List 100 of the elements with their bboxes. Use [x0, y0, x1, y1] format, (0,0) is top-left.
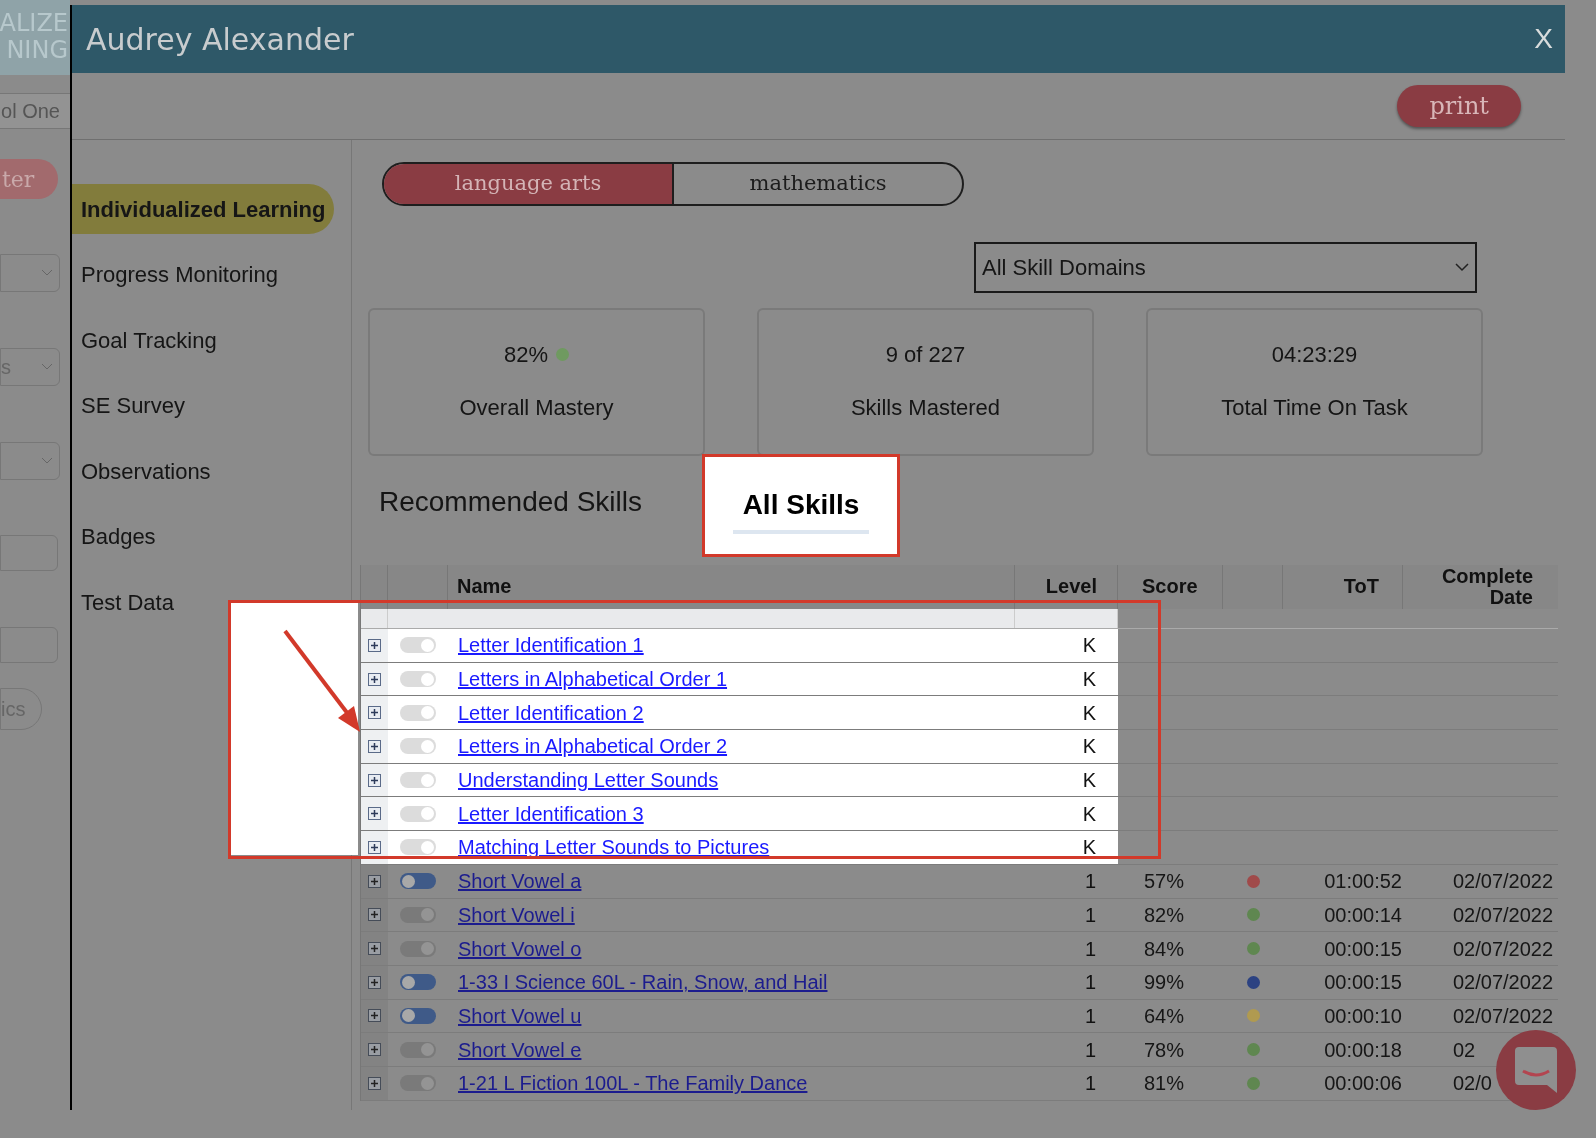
toggle-switch[interactable] — [400, 839, 436, 856]
date-cell-text: 02/07/2022 — [1453, 902, 1554, 928]
level-cell-text: 1 — [1084, 936, 1096, 962]
skill-tab[interactable]: All Skills — [732, 483, 870, 534]
time-cell-text: 00:00:15 — [1324, 936, 1402, 962]
score-cell-text: 81% — [1144, 1071, 1185, 1097]
column-header[interactable]: Complete Date — [1403, 565, 1558, 609]
sidebar-item[interactable]: Progress Monitoring — [72, 249, 282, 300]
level-cell-text: K — [1082, 768, 1096, 794]
column-header[interactable]: ToT — [1283, 565, 1403, 609]
sidebar-item[interactable]: Goal Tracking — [72, 315, 221, 365]
date-cell-text: 02/07/2022 — [1453, 936, 1554, 962]
expand-icon[interactable] — [368, 739, 381, 753]
skill-link[interactable]: Short Vowel e — [458, 1034, 582, 1065]
expand-icon[interactable] — [368, 638, 381, 652]
level-cell-text: K — [1082, 734, 1096, 760]
level-cell-text: K — [1082, 835, 1096, 861]
time-cell-text: 00:00:06 — [1324, 1071, 1402, 1097]
toggle-switch[interactable] — [400, 940, 436, 957]
window-title: Audrey Alexander — [86, 20, 354, 59]
date-cell-text: 02 — [1453, 1037, 1476, 1063]
sidebar-item[interactable]: Observations — [72, 446, 215, 496]
chevron-down-icon — [41, 363, 53, 371]
sidebar-item[interactable]: Test Data — [72, 577, 178, 627]
score-cell-text: 82% — [1144, 902, 1185, 928]
skill-link[interactable]: 1-21 L Fiction 100L - The Family Dance — [458, 1068, 808, 1099]
toggle-switch[interactable] — [400, 906, 436, 923]
domain-select[interactable]: All Skill Domains — [974, 242, 1477, 293]
score-cell-text: 84% — [1144, 936, 1185, 962]
expand-icon[interactable] — [368, 908, 381, 922]
score-cell-text: 64% — [1144, 1003, 1185, 1029]
expand-icon[interactable] — [368, 942, 381, 956]
toggle-switch[interactable] — [400, 974, 436, 991]
expand-icon[interactable] — [368, 706, 381, 720]
date-cell-text: 02/07/2022 — [1453, 869, 1554, 895]
close-button[interactable]: X — [1534, 18, 1553, 60]
expand-icon[interactable] — [368, 672, 381, 686]
sidebar-item[interactable]: SE Survey — [72, 380, 189, 431]
toggle-switch[interactable] — [400, 704, 436, 721]
level-cell-text: 1 — [1084, 970, 1096, 996]
level-cell-text: K — [1082, 633, 1096, 659]
date-cell-text: 02/07/2022 — [1453, 970, 1554, 996]
time-cell-text: 00:00:10 — [1324, 1003, 1402, 1029]
stat-value: 04:23:29 — [1271, 341, 1358, 369]
time-cell-text: 00:00:15 — [1324, 970, 1402, 996]
toggle-switch[interactable] — [400, 1075, 436, 1092]
toggle-switch[interactable] — [400, 637, 436, 654]
column-header[interactable]: Score — [1118, 565, 1223, 609]
select-field[interactable] — [0, 254, 60, 292]
level-cell-text: 1 — [1084, 902, 1096, 928]
sidebar-item[interactable]: Badges — [72, 511, 160, 562]
toggle-switch[interactable] — [400, 1007, 436, 1024]
level-cell-text: K — [1082, 801, 1096, 827]
expand-icon[interactable] — [368, 840, 381, 854]
expand-icon[interactable] — [368, 1076, 381, 1090]
skill-link[interactable]: Short Vowel o — [458, 933, 582, 964]
time-cell-text: 00:00:14 — [1324, 902, 1402, 928]
time-cell-text: 01:00:52 — [1324, 869, 1402, 895]
stat-value: 82% — [503, 341, 548, 369]
level-cell-text: 1 — [1084, 869, 1096, 895]
print-button[interactable]: print — [1397, 85, 1521, 127]
expand-icon[interactable] — [368, 1009, 381, 1023]
skill-tab[interactable]: Recommended Skills — [369, 480, 652, 531]
sidebar-item[interactable]: Individualized Learning — [72, 184, 334, 234]
date-cell-text: 02/07/2022 — [1453, 1003, 1554, 1029]
stat-label: Total Time On Task — [1221, 394, 1408, 422]
toggle-switch[interactable] — [400, 671, 436, 688]
subject-tab[interactable]: mathematics — [672, 164, 962, 204]
skill-link[interactable]: Short Vowel a — [458, 866, 582, 897]
expand-icon[interactable] — [368, 807, 381, 821]
expand-icon[interactable] — [368, 773, 381, 787]
skill-link[interactable]: 1-33 I Science 60L - Rain, Snow, and Hail — [458, 967, 828, 998]
level-cell-text: K — [1082, 700, 1096, 726]
chevron-down-icon — [1455, 263, 1469, 272]
toggle-switch[interactable] — [400, 1041, 436, 1058]
stat-label: Overall Mastery — [459, 394, 614, 422]
level-cell-text: 1 — [1084, 1003, 1096, 1029]
score-cell-text: 78% — [1144, 1037, 1185, 1063]
subject-tab[interactable]: language arts — [384, 164, 672, 204]
select-field[interactable] — [0, 442, 60, 480]
chevron-down-icon — [41, 457, 53, 465]
toggle-switch[interactable] — [400, 772, 436, 789]
date-cell-text: 02/0 — [1453, 1071, 1492, 1097]
expand-icon[interactable] — [368, 1043, 381, 1057]
chevron-down-icon — [41, 269, 53, 277]
stat-label: Skills Mastered — [850, 394, 1001, 422]
chat-bubble-icon — [1513, 1045, 1559, 1095]
expand-icon[interactable] — [368, 874, 381, 888]
skill-link[interactable]: Short Vowel i — [458, 899, 575, 930]
time-cell-text: 00:00:18 — [1324, 1037, 1402, 1063]
expand-icon[interactable] — [368, 975, 381, 989]
stat-value: 9 of 227 — [885, 341, 966, 369]
toggle-switch[interactable] — [400, 873, 436, 890]
level-cell-text: K — [1082, 667, 1096, 693]
score-cell-text: 99% — [1144, 970, 1185, 996]
level-cell-text: 1 — [1084, 1037, 1096, 1063]
toggle-switch[interactable] — [400, 805, 436, 822]
toggle-switch[interactable] — [400, 738, 436, 755]
level-cell-text: 1 — [1084, 1071, 1096, 1097]
skill-link[interactable]: Short Vowel u — [458, 1000, 582, 1031]
